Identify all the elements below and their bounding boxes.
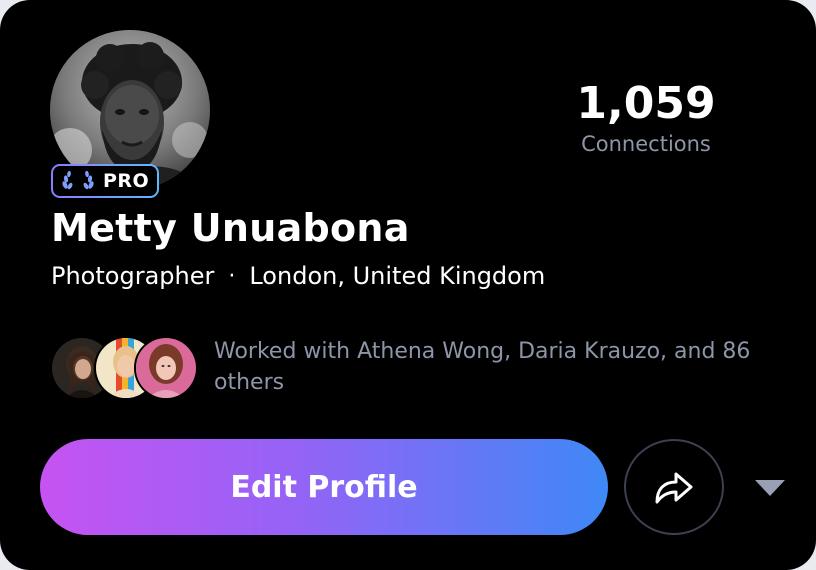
- share-button[interactable]: [624, 439, 724, 535]
- chevron-down-icon: [755, 480, 785, 496]
- profile-location: London, United Kingdom: [249, 262, 546, 290]
- edit-profile-button[interactable]: Edit Profile: [40, 439, 608, 535]
- profile-meta: Photographer · London, United Kingdom: [51, 262, 545, 290]
- more-options-dropdown[interactable]: [752, 476, 788, 500]
- pro-badge-label: PRO: [103, 170, 150, 192]
- laurel-icon: [62, 170, 94, 191]
- profile-card: PRO Metty Unuabona Photographer · London…: [0, 0, 816, 570]
- pro-badge: PRO: [51, 164, 159, 198]
- profile-occupation: Photographer: [51, 262, 215, 290]
- meta-separator: ·: [228, 263, 236, 289]
- share-arrow-icon: [655, 472, 693, 504]
- collaborator-avatars[interactable]: [50, 336, 200, 400]
- profile-name: Metty Unuabona: [51, 206, 410, 250]
- collaborator-avatar-3[interactable]: [134, 336, 198, 400]
- connections-stat[interactable]: 1,059 Connections: [546, 78, 746, 158]
- connections-label: Connections: [581, 132, 711, 156]
- worked-with-text[interactable]: Worked with Athena Wong, Daria Krauzo, a…: [214, 336, 794, 398]
- connections-count: 1,059: [576, 78, 716, 129]
